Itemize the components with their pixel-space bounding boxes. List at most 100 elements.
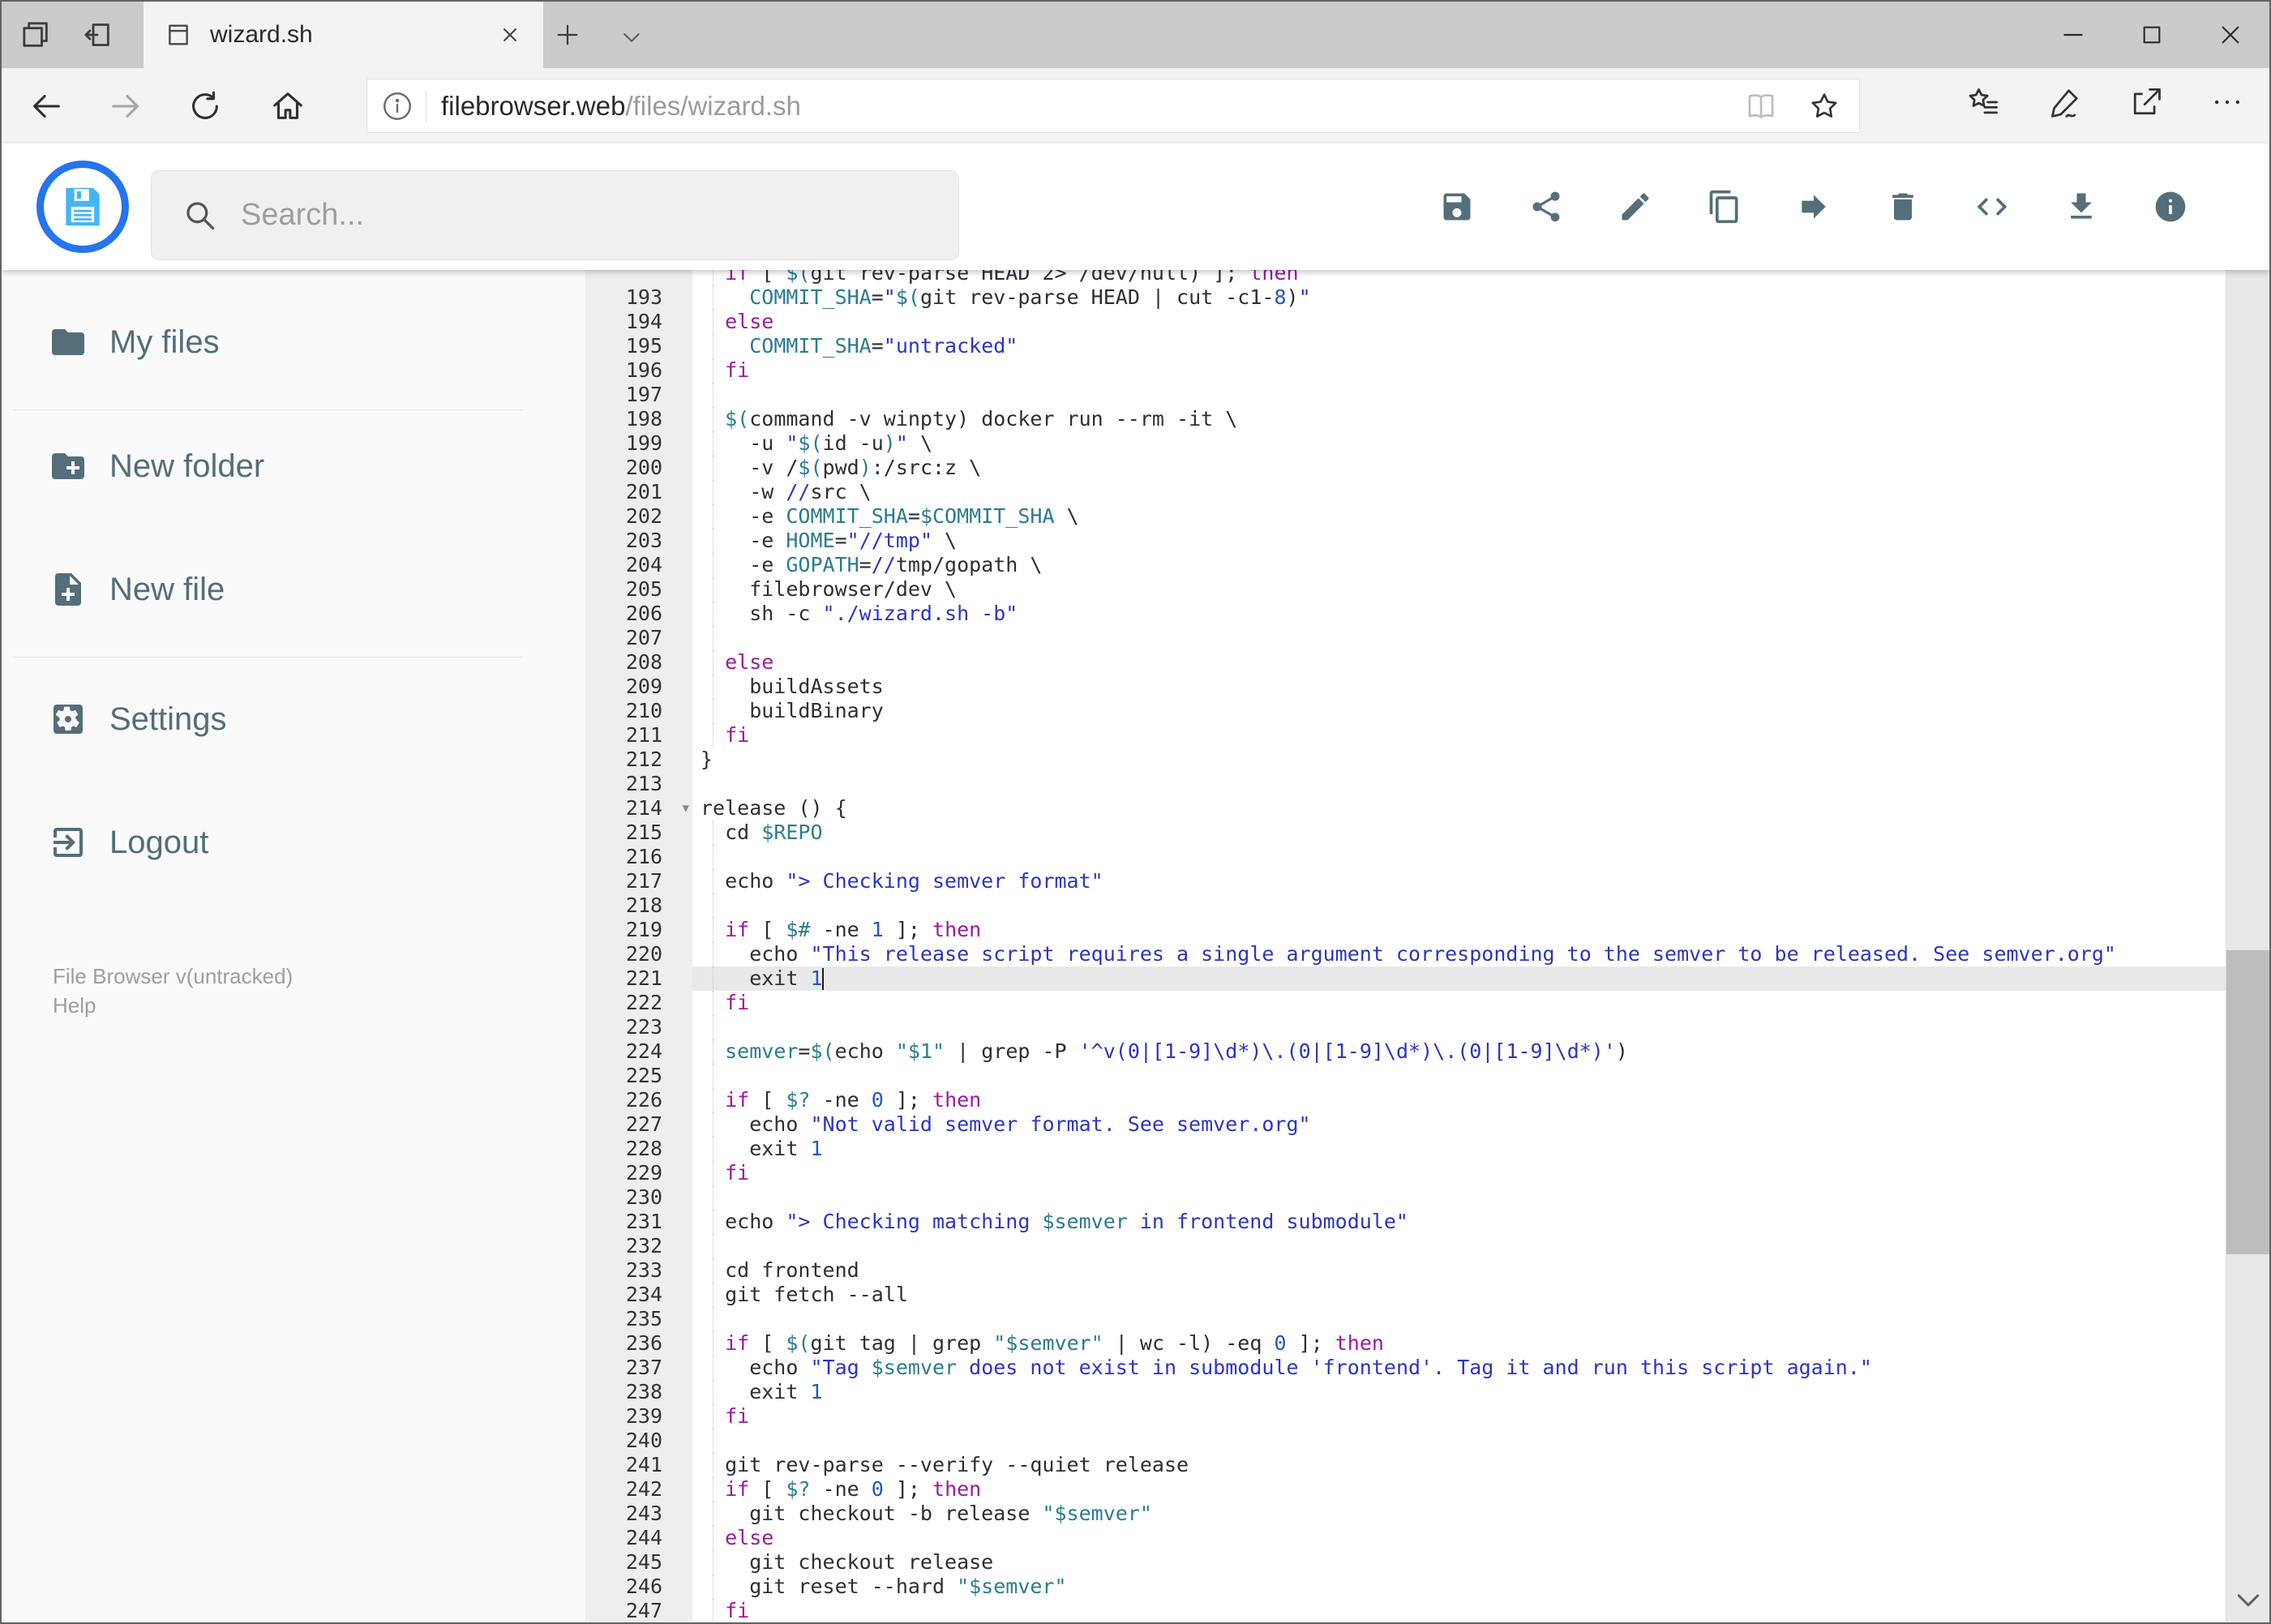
save-button[interactable]: [1439, 189, 1475, 225]
code-line[interactable]: 203 -e HOME="//tmp" \: [585, 529, 2226, 553]
code-line[interactable]: 213: [585, 772, 2226, 796]
tab-chevron-icon[interactable]: [619, 26, 644, 50]
code-editor[interactable]: if [ $(git rev-parse HEAD 2> /dev/null) …: [585, 270, 2226, 1622]
code-line[interactable]: 241 git rev-parse --verify --quiet relea…: [585, 1453, 2226, 1477]
edit-button[interactable]: [1618, 189, 1653, 225]
home-icon[interactable]: [269, 88, 306, 125]
site-info-icon[interactable]: [380, 89, 414, 123]
code-line[interactable]: 245 git checkout release: [585, 1550, 2226, 1575]
code-line[interactable]: 230: [585, 1185, 2226, 1210]
code-line[interactable]: 232: [585, 1234, 2226, 1258]
sidebar-item-new-folder[interactable]: New folder: [2, 434, 585, 499]
code-line[interactable]: 195 COMMIT_SHA="untracked": [585, 334, 2226, 358]
code-line[interactable]: 212}: [585, 748, 2226, 772]
code-line[interactable]: 215 cd $REPO: [585, 821, 2226, 845]
code-line[interactable]: 240: [585, 1429, 2226, 1453]
address-bar[interactable]: filebrowser.web/files/wizard.sh: [366, 79, 1860, 133]
code-line[interactable]: 209 buildAssets: [585, 675, 2226, 699]
code-line[interactable]: 221 exit 1: [585, 966, 2226, 991]
code-line[interactable]: 222 fi: [585, 991, 2226, 1015]
tab-preview-icon[interactable]: [19, 19, 52, 51]
info-button[interactable]: [2153, 189, 2188, 225]
code-line[interactable]: 200 -v /$(pwd):/src:z \: [585, 456, 2226, 480]
web-note-icon[interactable]: [2047, 84, 2083, 120]
code-line[interactable]: 199 -u "$(id -u)" \: [585, 431, 2226, 456]
code-line[interactable]: 227 echo "Not valid semver format. See s…: [585, 1112, 2226, 1137]
code-line[interactable]: 196 fi: [585, 358, 2226, 383]
scrollbar-thumb[interactable]: [2226, 950, 2269, 1254]
filebrowser-logo-icon[interactable]: [36, 161, 129, 253]
code-line[interactable]: 237 echo "Tag $semver does not exist in …: [585, 1356, 2226, 1380]
sidebar-item-new-file[interactable]: New file: [2, 557, 585, 622]
code-line[interactable]: 211 fi: [585, 723, 2226, 748]
sidebar-item-settings[interactable]: Settings: [2, 687, 585, 752]
code-line[interactable]: 236 if [ $(git tag | grep "$semver" | wc…: [585, 1331, 2226, 1356]
code-line[interactable]: 244 else: [585, 1526, 2226, 1550]
code-line[interactable]: 214 ▾ release () {: [585, 796, 2226, 821]
minimize-icon[interactable]: [2033, 2, 2112, 68]
page-scrollbar[interactable]: [2226, 144, 2269, 1622]
code-line[interactable]: 207: [585, 626, 2226, 650]
move-button[interactable]: [1796, 189, 1832, 225]
fold-arrow-icon[interactable]: ▾: [682, 796, 689, 821]
code-line[interactable]: 201 -w //src \: [585, 480, 2226, 504]
code-line[interactable]: 247 fi: [585, 1599, 2226, 1622]
code-line[interactable]: 194 else: [585, 310, 2226, 334]
code-line[interactable]: 239 fi: [585, 1404, 2226, 1429]
url-text[interactable]: filebrowser.web/files/wizard.sh: [441, 91, 1744, 122]
reading-view-icon[interactable]: [1744, 89, 1778, 123]
code-line[interactable]: 243 git checkout -b release "$semver": [585, 1502, 2226, 1526]
sidebar-item-logout[interactable]: Logout: [2, 810, 585, 875]
close-icon[interactable]: [2191, 2, 2269, 68]
more-dots-icon[interactable]: [2209, 84, 2245, 120]
favorite-star-icon[interactable]: [1807, 89, 1841, 123]
hub-icon[interactable]: [1966, 84, 2002, 120]
refresh-icon[interactable]: [186, 88, 224, 125]
code-line[interactable]: 220 echo "This release script requires a…: [585, 942, 2226, 966]
tab-wizard-sh[interactable]: wizard.sh: [144, 2, 543, 68]
code-line[interactable]: 202 -e COMMIT_SHA=$COMMIT_SHA \: [585, 504, 2226, 529]
code-line[interactable]: 210 buildBinary: [585, 699, 2226, 723]
code-line[interactable]: 234 git fetch --all: [585, 1283, 2226, 1307]
code-line[interactable]: 225: [585, 1064, 2226, 1088]
tab-close-icon[interactable]: [498, 23, 522, 47]
code-line[interactable]: 193 COMMIT_SHA="$(git rev-parse HEAD | c…: [585, 285, 2226, 310]
set-tabs-aside-icon[interactable]: [81, 19, 114, 51]
code-line[interactable]: 197: [585, 383, 2226, 407]
code-line[interactable]: 219 if [ $# -ne 1 ]; then: [585, 918, 2226, 942]
delete-button[interactable]: [1885, 189, 1921, 225]
code-line[interactable]: 216: [585, 845, 2226, 869]
download-button[interactable]: [2063, 189, 2099, 225]
copy-button[interactable]: [1707, 189, 1742, 225]
code-line[interactable]: 224 semver=$(echo "$1" | grep -P '^v(0|[…: [585, 1039, 2226, 1064]
code-line[interactable]: 229 fi: [585, 1161, 2226, 1185]
share-arrow-icon[interactable]: [2128, 84, 2164, 120]
code-line[interactable]: if [ $(git rev-parse HEAD 2> /dev/null) …: [585, 270, 2226, 285]
search-box[interactable]: [151, 170, 959, 260]
new-tab-icon[interactable]: [553, 20, 582, 49]
code-line[interactable]: 218: [585, 893, 2226, 918]
help-link[interactable]: Help: [53, 991, 585, 1020]
code-line[interactable]: 238 exit 1: [585, 1380, 2226, 1404]
sidebar-item-my-files[interactable]: My files: [2, 310, 585, 375]
code-line[interactable]: 233 cd frontend: [585, 1258, 2226, 1283]
code-line[interactable]: 204 -e GOPATH=//tmp/gopath \: [585, 553, 2226, 577]
search-input[interactable]: [239, 197, 958, 234]
code-line[interactable]: 231 echo "> Checking matching $semver in…: [585, 1210, 2226, 1234]
maximize-icon[interactable]: [2112, 2, 2191, 68]
scroll-down-icon[interactable]: [2232, 1583, 2265, 1616]
code-line[interactable]: 242 if [ $? -ne 0 ]; then: [585, 1477, 2226, 1502]
code-line[interactable]: 223: [585, 1015, 2226, 1039]
code-line[interactable]: 228 exit 1: [585, 1137, 2226, 1161]
code-line[interactable]: 198 $(command -v winpty) docker run --rm…: [585, 407, 2226, 431]
code-line[interactable]: 206 sh -c "./wizard.sh -b": [585, 602, 2226, 626]
forward-icon[interactable]: [107, 88, 144, 125]
code-line[interactable]: 208 else: [585, 650, 2226, 675]
code-line[interactable]: 246 git reset --hard "$semver": [585, 1575, 2226, 1599]
share-button[interactable]: [1528, 189, 1564, 225]
code-line[interactable]: 205 filebrowser/dev \: [585, 577, 2226, 602]
back-icon[interactable]: [28, 88, 65, 125]
code-line[interactable]: 217 echo "> Checking semver format": [585, 869, 2226, 893]
code-line[interactable]: 226 if [ $? -ne 0 ]; then: [585, 1088, 2226, 1112]
code-line[interactable]: 235: [585, 1307, 2226, 1331]
